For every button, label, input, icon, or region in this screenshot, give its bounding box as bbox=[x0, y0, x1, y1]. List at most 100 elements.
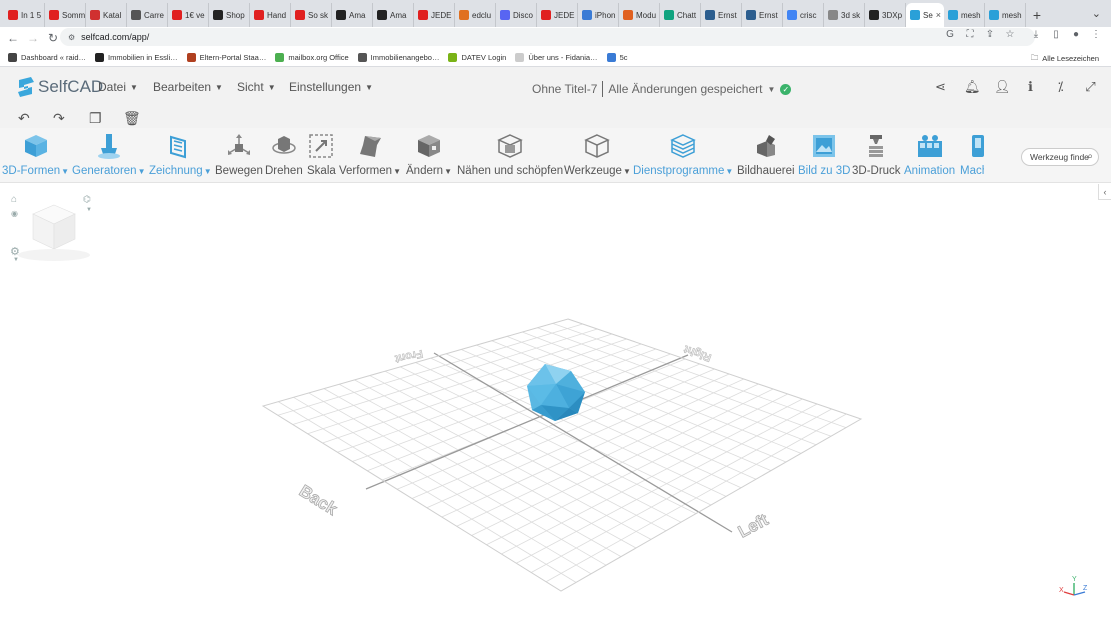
browser-tab[interactable]: edclu bbox=[455, 3, 496, 27]
chevron-down-icon: ▼ bbox=[725, 167, 734, 176]
tool-verformen[interactable]: Verformen▼ bbox=[339, 131, 401, 179]
3d-viewport[interactable]: ‹ ⌂ ◉ ⌬ ▼ ⚙ ▼ Front Right Back Left Y X … bbox=[0, 184, 1111, 625]
more-menu-icon[interactable]: ⋮ bbox=[1089, 29, 1103, 40]
new-tab-button[interactable]: + bbox=[1026, 3, 1048, 27]
browser-tab[interactable]: iPhon bbox=[578, 3, 619, 27]
browser-tab[interactable]: Hand bbox=[250, 3, 291, 27]
browser-tab[interactable]: Modu bbox=[619, 3, 660, 27]
profile-icon[interactable]: ● bbox=[1069, 29, 1083, 40]
tab-title: edclu bbox=[472, 10, 492, 20]
bookmark-label: Immobilienangebo… bbox=[370, 52, 440, 62]
url-bar[interactable]: ⚙ selfcad.com/app/ bbox=[60, 28, 1035, 46]
tool-zeichnung[interactable]: Zeichnung▼ bbox=[149, 131, 212, 179]
browser-tab[interactable]: In 1 5 bbox=[4, 3, 45, 27]
browser-tab[interactable]: Se × bbox=[906, 3, 944, 27]
bookmark-item[interactable]: Über uns - Fidania… bbox=[515, 52, 598, 62]
bookmark-item[interactable]: DATEV Login bbox=[448, 52, 506, 62]
tool-generatoren[interactable]: Generatoren▼ bbox=[72, 131, 146, 179]
browser-tab[interactable]: 3DXp bbox=[865, 3, 906, 27]
info-icon[interactable]: ℹ bbox=[1024, 79, 1037, 95]
menu-datei[interactable]: Datei ▼ bbox=[98, 80, 138, 94]
tool-aendern[interactable]: Ändern▼ bbox=[406, 131, 452, 179]
tab-search-chevron-icon[interactable]: ⌄ bbox=[1092, 7, 1101, 20]
back-arrow-icon[interactable]: ← bbox=[3, 31, 23, 45]
browser-tab[interactable]: Ernst bbox=[701, 3, 742, 27]
tool-werkzeuge[interactable]: Werkzeuge▼ bbox=[564, 131, 631, 179]
forward-arrow-icon[interactable]: → bbox=[23, 31, 43, 45]
menu-sicht[interactable]: Sicht ▼ bbox=[237, 80, 276, 94]
bookmark-item[interactable]: Immobilien in Essli… bbox=[95, 52, 178, 62]
browser-tab[interactable]: Ama bbox=[332, 3, 373, 27]
bookmark-item[interactable]: Dashboard « raid… bbox=[8, 52, 86, 62]
bookmark-item[interactable]: 5c bbox=[606, 52, 627, 62]
bookmark-item[interactable]: mailbox.org Office bbox=[275, 52, 349, 62]
document-title[interactable]: Ohne Titel-7 bbox=[532, 82, 597, 96]
tool-dienstprogramme[interactable]: Dienstprogramme▼ bbox=[633, 131, 733, 179]
undo-icon[interactable]: ↶ bbox=[18, 110, 30, 127]
tool-3d-formen[interactable]: 3D-Formen▼ bbox=[2, 131, 69, 179]
browser-tab[interactable]: mesh bbox=[985, 3, 1026, 27]
tool-naehen-und-schoepfen[interactable]: Nähen und schöpfen bbox=[457, 131, 563, 179]
tool-bild-zu-3d[interactable]: Bild zu 3D bbox=[798, 131, 850, 179]
tab-title: 3d sk bbox=[841, 10, 861, 20]
selfcad-logo[interactable]: SelfCAD bbox=[16, 76, 103, 98]
download-icon[interactable]: ⤓ bbox=[1029, 29, 1043, 40]
trash-icon[interactable]: 🗑︎ bbox=[123, 110, 141, 127]
browser-tab[interactable]: Carre bbox=[127, 3, 168, 27]
chevron-down-icon: ▼ bbox=[267, 82, 276, 92]
google-icon[interactable]: G bbox=[943, 29, 957, 40]
bookmark-item[interactable]: Immobilienangebo… bbox=[357, 52, 440, 62]
share-icon[interactable]: ⇪ bbox=[983, 29, 997, 40]
browser-tab[interactable]: crisc bbox=[783, 3, 824, 27]
tool-mach[interactable]: Mach bbox=[960, 131, 984, 179]
browser-tab[interactable]: Shop bbox=[209, 3, 250, 27]
browser-tab[interactable]: Ernst bbox=[742, 3, 783, 27]
tool-bewegen[interactable]: Bewegen bbox=[215, 131, 263, 179]
copy-icon[interactable]: ❐ bbox=[89, 110, 102, 127]
tab-favicon-icon bbox=[787, 10, 797, 20]
browser-tab[interactable]: So sk bbox=[291, 3, 332, 27]
menu-einstellungen[interactable]: Einstellungen ▼ bbox=[289, 80, 373, 94]
units-icon[interactable]: ⁒ bbox=[1054, 79, 1067, 95]
browser-actions: G ⛶ ⇪ ☆ ⤓ ▯ ● ⋮ bbox=[943, 29, 1111, 40]
browser-tab[interactable]: JEDE bbox=[414, 3, 455, 27]
translate-icon[interactable]: ⛶ bbox=[963, 29, 977, 40]
browser-tab[interactable]: 3d sk bbox=[824, 3, 865, 27]
tool-skala[interactable]: Skala bbox=[307, 131, 336, 179]
tool-3d-druck[interactable]: 3D-Druck bbox=[852, 131, 901, 179]
bookmark-item[interactable]: Eltern-Portal Staa… bbox=[186, 52, 266, 62]
menu-bearbeiten[interactable]: Bearbeiten ▼ bbox=[153, 80, 223, 94]
chevron-down-icon: ▼ bbox=[61, 167, 70, 176]
browser-tab[interactable]: Chatt bbox=[660, 3, 701, 27]
tool-search-input[interactable]: Werkzeug finde ⌕ bbox=[1021, 148, 1099, 166]
tool-animation[interactable]: Animation bbox=[904, 131, 955, 179]
share-icon[interactable]: ⋖ bbox=[934, 79, 947, 95]
all-bookmarks[interactable]: 🗀 Alle Lesezeichen bbox=[1031, 52, 1099, 65]
site-info-icon[interactable]: ⚙ bbox=[68, 33, 75, 42]
tool-bildhauerei[interactable]: Bildhauerei bbox=[737, 131, 795, 179]
tab-close-icon[interactable]: × bbox=[936, 10, 941, 20]
user-icon[interactable]: 👤︎ bbox=[994, 79, 1011, 95]
browser-tab[interactable]: Ama bbox=[373, 3, 414, 27]
fullscreen-icon[interactable]: ⤢ bbox=[1084, 79, 1097, 95]
tab-title: Somm bbox=[62, 10, 86, 20]
redo-icon[interactable]: ↷ bbox=[53, 110, 65, 127]
tab-title: 3DXp bbox=[882, 10, 903, 20]
sidepanel-icon[interactable]: ▯ bbox=[1049, 29, 1063, 40]
browser-tab[interactable]: Somm bbox=[45, 3, 86, 27]
browser-tab[interactable]: 1€ ve bbox=[168, 3, 209, 27]
tool-drehen[interactable]: Drehen bbox=[265, 131, 303, 179]
chevron-down-icon[interactable]: ▼ bbox=[767, 85, 775, 94]
check-icon: ✓ bbox=[780, 83, 792, 95]
browser-tab[interactable]: mesh bbox=[944, 3, 985, 27]
browser-tab[interactable]: JEDE bbox=[537, 3, 578, 27]
browser-tab[interactable]: Disco bbox=[496, 3, 537, 27]
icosahedron-object[interactable] bbox=[527, 364, 585, 421]
browser-tab[interactable]: Katal bbox=[86, 3, 127, 27]
view-cube[interactable] bbox=[18, 204, 90, 261]
bell-icon[interactable]: 🔔︎ bbox=[964, 79, 981, 95]
quick-actions-bar: ↶ ↷ ❐ 🗑︎ bbox=[0, 108, 1111, 128]
tab-title: Hand bbox=[267, 10, 287, 20]
tab-favicon-icon bbox=[869, 10, 879, 20]
bookmark-star-icon[interactable]: ☆ bbox=[1003, 29, 1017, 40]
